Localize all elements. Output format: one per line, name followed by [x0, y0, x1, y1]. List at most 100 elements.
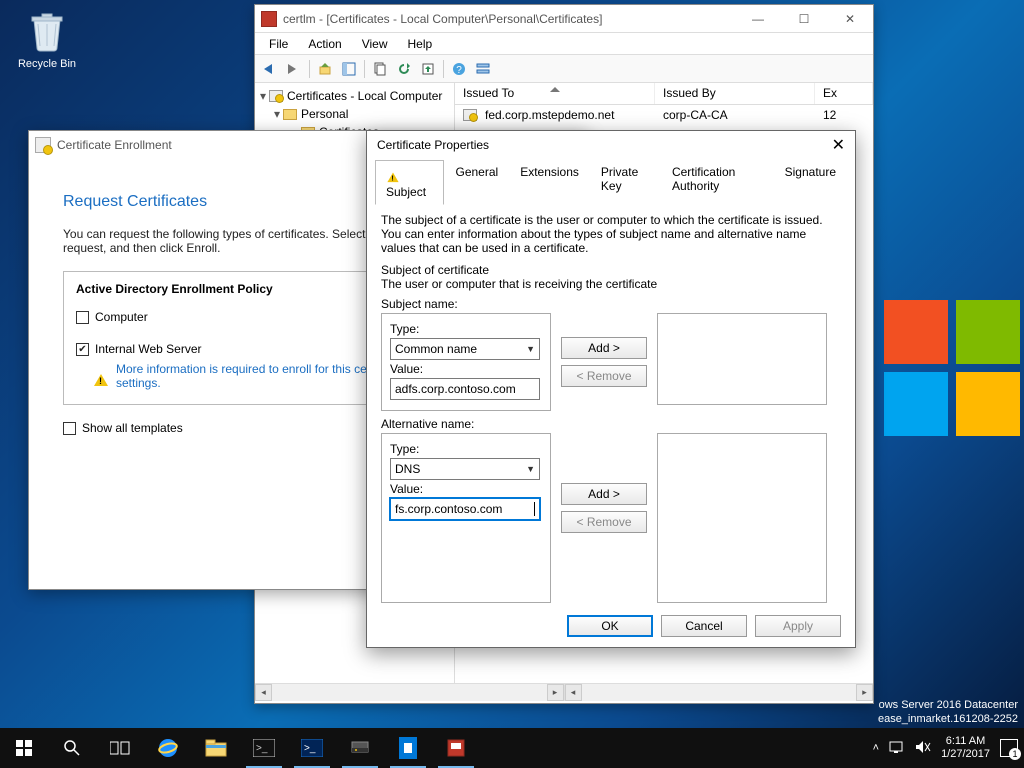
internal-web-checkbox[interactable]: ✔ [76, 343, 89, 356]
cancel-button[interactable]: Cancel [661, 615, 747, 637]
cert-enroll-icon [35, 137, 51, 153]
col-expiration[interactable]: Ex [815, 83, 873, 104]
subject-type-select[interactable]: Common name▼ [390, 338, 540, 360]
refresh-button[interactable] [393, 58, 415, 80]
taskbar-cmd[interactable]: >_ [240, 728, 288, 768]
subject-name-label: Subject name: [381, 297, 841, 311]
tab-cert-authority[interactable]: Certification Authority [661, 160, 774, 205]
windows-logo-wallpaper [884, 300, 1024, 440]
taskbar-explorer[interactable] [192, 728, 240, 768]
mmc-toolbar: ? [255, 55, 873, 83]
taskbar-app-blue[interactable] [384, 728, 432, 768]
list-hscroll[interactable]: ◂▸ [565, 683, 874, 701]
value-label: Value: [390, 362, 542, 376]
folder-icon [283, 109, 297, 120]
recycle-bin-label: Recycle Bin [12, 58, 82, 70]
subject-values-list[interactable] [657, 313, 827, 405]
tab-general[interactable]: General [444, 160, 509, 205]
props-tabs: Subject General Extensions Private Key C… [375, 159, 847, 205]
props-description: The subject of a certificate is the user… [381, 213, 841, 255]
alt-remove-button[interactable]: < Remove [561, 511, 647, 533]
copy-button[interactable] [369, 58, 391, 80]
close-icon[interactable]: ✕ [832, 135, 845, 155]
tab-extensions[interactable]: Extensions [509, 160, 590, 205]
mmc-app-icon [261, 11, 277, 27]
recycle-bin-icon [24, 8, 70, 54]
minimize-button[interactable]: — [735, 5, 781, 33]
list-header[interactable]: Issued To Issued By Ex [455, 83, 873, 105]
alt-value-input[interactable]: fs.corp.contoso.com [390, 498, 540, 520]
alt-type-select[interactable]: DNS▼ [390, 458, 540, 480]
apply-button[interactable]: Apply [755, 615, 841, 637]
subject-subheading: The user or computer that is receiving t… [381, 277, 841, 291]
warning-icon [387, 167, 398, 182]
cert-icon [463, 109, 477, 121]
tree-root[interactable]: Certificates - Local Computer [287, 89, 442, 103]
taskbar: >_ >_ ˄ 6:11 AM1/27/2017 [0, 728, 1024, 768]
menu-action[interactable]: Action [298, 35, 351, 53]
back-button[interactable] [259, 58, 281, 80]
close-button[interactable]: ✕ [827, 5, 873, 33]
type-label: Type: [390, 442, 542, 456]
table-row[interactable]: fed.corp.mstepdemo.net corp-CA-CA 12 [455, 105, 873, 125]
props-titlebar[interactable]: Certificate Properties ✕ [367, 131, 855, 159]
cell-issued-to: fed.corp.mstepdemo.net [485, 108, 614, 122]
recycle-bin[interactable]: Recycle Bin [12, 8, 82, 70]
tray-clock[interactable]: 6:11 AM1/27/2017 [941, 735, 990, 761]
system-tray[interactable]: ˄ 6:11 AM1/27/2017 [873, 735, 1024, 761]
alt-name-panel: Type: DNS▼ Value: fs.corp.contoso.com [381, 433, 551, 603]
menu-help[interactable]: Help [398, 35, 443, 53]
svg-text:>_: >_ [304, 743, 316, 754]
subject-remove-button[interactable]: < Remove [561, 365, 647, 387]
tab-private-key[interactable]: Private Key [590, 160, 661, 205]
svg-text:?: ? [456, 65, 462, 76]
show-hide-tree-button[interactable] [338, 58, 360, 80]
alt-name-label: Alternative name: [381, 417, 841, 431]
alt-add-button[interactable]: Add > [561, 483, 647, 505]
col-issued-by[interactable]: Issued By [655, 83, 815, 104]
help-button[interactable]: ? [448, 58, 470, 80]
props-title: Certificate Properties [377, 138, 489, 152]
taskbar-ie[interactable] [144, 728, 192, 768]
taskbar-powershell[interactable]: >_ [288, 728, 336, 768]
tab-signature[interactable]: Signature [774, 160, 847, 205]
taskbar-server-manager[interactable] [336, 728, 384, 768]
cell-exp: 12 [815, 108, 873, 122]
taskbar-certlm[interactable] [432, 728, 480, 768]
tree-personal[interactable]: Personal [301, 107, 348, 121]
maximize-button[interactable]: ☐ [781, 5, 827, 33]
build-watermark: ows Server 2016 Datacenterease_inmarket.… [878, 698, 1018, 726]
cell-issued-by: corp-CA-CA [655, 108, 815, 122]
start-button[interactable] [0, 728, 48, 768]
show-all-label: Show all templates [82, 421, 183, 435]
tab-subject[interactable]: Subject [375, 160, 444, 205]
value-label: Value: [390, 482, 542, 496]
subject-value-input[interactable]: adfs.corp.contoso.com [390, 378, 540, 400]
cert-store-icon [269, 90, 283, 102]
export-list-button[interactable] [417, 58, 439, 80]
tray-network-icon[interactable] [889, 740, 905, 757]
tray-volume-icon[interactable] [915, 740, 931, 757]
subject-add-button[interactable]: Add > [561, 337, 647, 359]
up-button[interactable] [314, 58, 336, 80]
mmc-titlebar[interactable]: certlm - [Certificates - Local Computer\… [255, 5, 873, 33]
cert-properties-dialog: Certificate Properties ✕ Subject General… [366, 130, 856, 648]
alt-values-list[interactable] [657, 433, 827, 603]
col-issued-to[interactable]: Issued To [455, 83, 655, 104]
task-view-button[interactable] [96, 728, 144, 768]
show-all-checkbox[interactable] [63, 422, 76, 435]
search-button[interactable] [48, 728, 96, 768]
menu-file[interactable]: File [259, 35, 298, 53]
ok-button[interactable]: OK [567, 615, 653, 637]
action-center-icon[interactable] [1000, 739, 1018, 757]
menu-view[interactable]: View [352, 35, 398, 53]
type-label: Type: [390, 322, 542, 336]
tray-chevron-icon[interactable]: ˄ [873, 742, 879, 754]
forward-button[interactable] [283, 58, 305, 80]
mmc-menubar: File Action View Help [255, 33, 873, 55]
computer-checkbox[interactable] [76, 311, 89, 324]
tree-hscroll[interactable]: ◂▸ [255, 683, 565, 701]
options-button[interactable] [472, 58, 494, 80]
mmc-title: certlm - [Certificates - Local Computer\… [283, 12, 735, 26]
warning-icon [94, 367, 108, 386]
